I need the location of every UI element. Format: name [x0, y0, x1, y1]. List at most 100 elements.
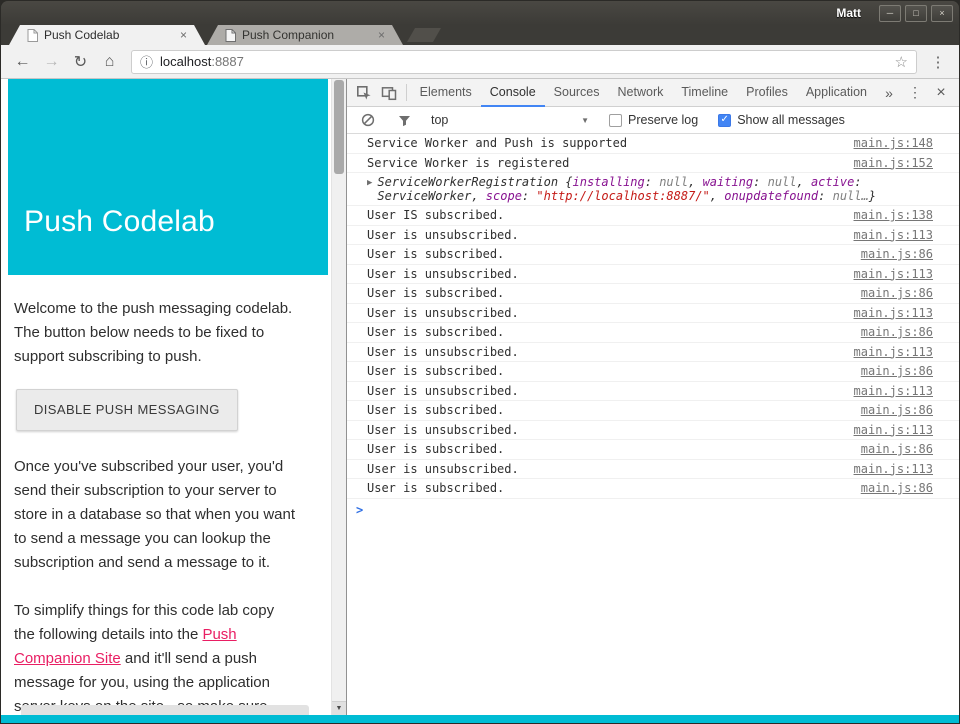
console-message-text: User is unsubscribed. [367, 229, 842, 243]
browser-window: Matt ─ □ × Push Codelab × Push Companion… [0, 0, 960, 724]
browser-tab-push-companion[interactable]: Push Companion × [207, 25, 403, 45]
console-message-text: User is unsubscribed. [367, 463, 842, 477]
console-message-text: User is unsubscribed. [367, 346, 842, 360]
console-source-link[interactable]: main.js:86 [861, 482, 933, 496]
show-all-messages-group[interactable]: Show all messages [718, 113, 845, 127]
expand-triangle-icon[interactable]: ▶ [367, 177, 372, 191]
console-source-link[interactable]: main.js:152 [854, 157, 933, 171]
console-source-link[interactable]: main.js:113 [854, 346, 933, 360]
subscription-paragraph: Once you've subscribed your user, you'd … [14, 455, 299, 575]
devtools-close-icon[interactable]: × [928, 80, 954, 106]
console-source-link[interactable]: main.js:113 [854, 424, 933, 438]
devtools-tab-elements[interactable]: Elements [411, 79, 481, 107]
console-source-link[interactable]: main.js:113 [854, 229, 933, 243]
show-all-messages-checkbox[interactable] [718, 114, 731, 127]
console-message-text: User is unsubscribed. [367, 424, 842, 438]
console-message-text: User IS subscribed. [367, 209, 842, 223]
context-label: top [431, 113, 448, 127]
console-object-row: ▶ ServiceWorkerRegistration {installing: … [347, 173, 959, 206]
url-host: localhost [160, 54, 211, 69]
devtools-tab-sources[interactable]: Sources [545, 79, 609, 107]
back-icon[interactable]: ← [9, 48, 36, 75]
inspect-element-icon[interactable] [352, 80, 377, 106]
console-source-link[interactable]: main.js:86 [861, 443, 933, 457]
window-close-button[interactable]: × [931, 5, 953, 22]
codelab-page: Push Codelab Welcome to the push messagi… [1, 79, 331, 715]
console-source-link[interactable]: main.js:138 [854, 209, 933, 223]
console-source-link[interactable]: main.js:86 [861, 248, 933, 262]
page-title: Push Codelab [24, 205, 215, 239]
scrollbar-thumb[interactable] [334, 80, 344, 174]
console-source-link[interactable]: main.js:86 [861, 404, 933, 418]
console-prompt[interactable]: > [347, 499, 959, 517]
console-message-text: Service Worker is registered [367, 157, 842, 171]
preserve-log-label: Preserve log [628, 113, 698, 127]
session-user-label: Matt [836, 6, 861, 20]
preserve-log-group[interactable]: Preserve log [609, 113, 698, 127]
page-scrollbar[interactable]: ▼ [331, 79, 346, 715]
console-source-link[interactable]: main.js:113 [854, 385, 933, 399]
new-tab-button[interactable] [407, 28, 441, 42]
intro-paragraph: Welcome to the push messaging codelab. T… [14, 297, 299, 369]
console-message-row: User is unsubscribed. main.js:113 [347, 421, 959, 441]
console-message-text: User is subscribed. [367, 482, 849, 496]
disable-push-messaging-button[interactable]: DISABLE PUSH MESSAGING [16, 389, 238, 431]
scrollbar-down-arrow[interactable]: ▼ [332, 701, 346, 715]
console-log: Service Worker and Push is supported main… [347, 134, 959, 715]
console-message-row: User is unsubscribed. main.js:113 [347, 382, 959, 402]
console-source-link[interactable]: main.js:86 [861, 287, 933, 301]
browser-tab-push-codelab[interactable]: Push Codelab × [9, 25, 205, 45]
clear-console-icon[interactable] [355, 107, 381, 133]
console-message-text: Service Worker and Push is supported [367, 137, 842, 151]
reload-icon[interactable]: ↻ [67, 48, 94, 75]
window-minimize-button[interactable]: ─ [879, 5, 901, 22]
console-message-row: User is unsubscribed. main.js:113 [347, 460, 959, 480]
console-message-text: User is subscribed. [367, 326, 849, 340]
console-message-row: User is subscribed.main.js:86 [347, 362, 959, 382]
preserve-log-checkbox[interactable] [609, 114, 622, 127]
address-bar[interactable]: ⓘ localhost:8887 ☆ [131, 50, 917, 74]
console-message-text: User is unsubscribed. [367, 268, 842, 282]
console-source-link[interactable]: main.js:113 [854, 307, 933, 321]
window-maximize-button[interactable]: □ [905, 5, 927, 22]
devtools-tab-profiles[interactable]: Profiles [737, 79, 797, 107]
console-message-row: User IS subscribed. main.js:138 [347, 206, 959, 226]
tab-close-icon[interactable]: × [378, 29, 385, 41]
devtools-tab-application[interactable]: Application [797, 79, 876, 107]
console-source-link[interactable]: main.js:148 [854, 137, 933, 151]
console-source-link[interactable]: main.js:113 [854, 463, 933, 477]
page-icon [225, 29, 236, 42]
console-message-row: Service Worker and Push is supported main… [347, 134, 959, 154]
site-info-icon[interactable]: ⓘ [140, 52, 153, 71]
tab-label: Push Codelab [44, 28, 174, 42]
devtools-menu-icon[interactable]: ⋮ [902, 80, 928, 106]
devtools-tabbar: ElementsConsoleSourcesNetworkTimelinePro… [347, 79, 959, 107]
browser-menu-icon[interactable]: ⋮ [925, 48, 951, 75]
bookmark-star-icon[interactable]: ☆ [895, 53, 908, 71]
devtools-tab-console[interactable]: Console [481, 79, 545, 107]
forward-icon[interactable]: → [38, 48, 65, 75]
device-toolbar-icon[interactable] [377, 80, 402, 106]
console-source-link[interactable]: main.js:113 [854, 268, 933, 282]
filter-icon[interactable] [391, 107, 417, 133]
tab-close-icon[interactable]: × [180, 29, 187, 41]
more-tabs-icon[interactable]: » [876, 80, 902, 106]
devtools-tab-timeline[interactable]: Timeline [672, 79, 737, 107]
console-message-row: User is subscribed. main.js:86 [347, 284, 959, 304]
console-source-link[interactable]: main.js:86 [861, 326, 933, 340]
object-preview-text: ServiceWorkerRegistration {installing: n… [377, 176, 933, 203]
url-text: localhost:8887 [160, 54, 244, 69]
console-message-text: User is unsubscribed. [367, 385, 842, 399]
console-message-row: User is subscribed.main.js:86 [347, 245, 959, 265]
home-icon[interactable]: ⌂ [96, 48, 123, 75]
console-message-row: User is unsubscribed.main.js:113 [347, 304, 959, 324]
toolbar-divider [406, 84, 407, 101]
browser-toolbar: ← → ↻ ⌂ ⓘ localhost:8887 ☆ ⋮ [1, 45, 959, 79]
devtools-tabs: ElementsConsoleSourcesNetworkTimelinePro… [411, 79, 876, 107]
console-message-text: User is subscribed. [367, 287, 849, 301]
execution-context-selector[interactable]: top ▼ [431, 113, 589, 127]
devtools-tab-network[interactable]: Network [609, 79, 673, 107]
console-message-row: User is subscribed.main.js:86 [347, 440, 959, 460]
console-source-link[interactable]: main.js:86 [861, 365, 933, 379]
page-icon [27, 29, 38, 42]
